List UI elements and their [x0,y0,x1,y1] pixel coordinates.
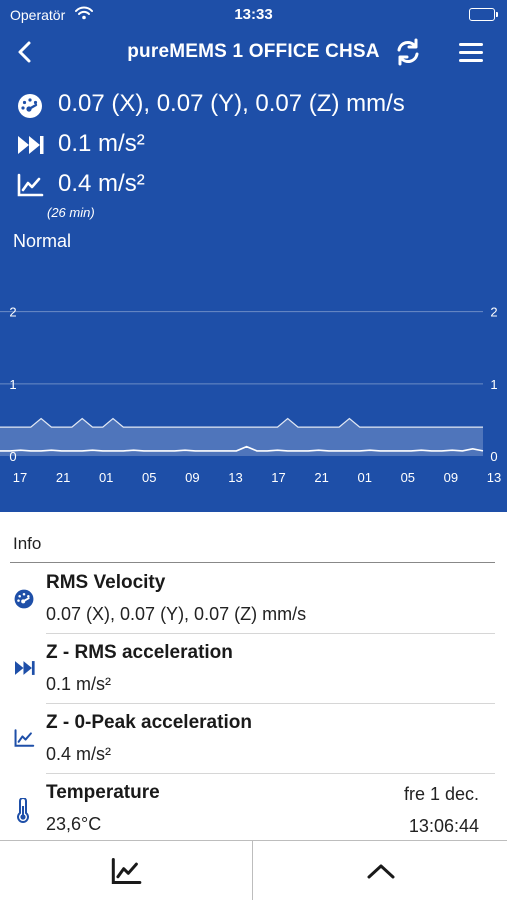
reading-time: 13:06:44 [408,816,479,836]
refresh-button[interactable] [392,36,424,68]
x-tick-label: 09 [185,470,199,485]
fast-forward-icon [15,661,35,675]
info-row-label: Temperature [46,782,160,803]
duration-label: (26 min) [47,205,95,220]
status-time: 13:33 [234,6,273,23]
x-tick-label: 13 [228,470,242,485]
info-row-value: 23,6°C [46,814,102,834]
summary-velocity: 0.07 (X), 0.07 (Y), 0.07 (Z) mm/s [16,88,496,124]
info-row-rms-velocity: RMS Velocity 0.07 (X), 0.07 (Y), 0.07 (Z… [0,564,507,634]
info-header: Info [13,534,42,553]
x-tick-label: 13 [487,470,501,485]
thermometer-icon [17,798,29,823]
x-tick-label: 17 [13,470,27,485]
x-tick-label: 05 [401,470,415,485]
status-bar: Operatör 13:33 [0,0,507,30]
chart-view-button[interactable] [0,841,253,900]
x-tick-label: 09 [444,470,458,485]
menu-button[interactable] [455,36,487,68]
state-label: Normal [13,231,72,251]
y-tick-label-right: 2 [490,305,497,320]
x-tick-label: 21 [314,470,328,485]
nav-bar: pureMEMS 1 OFFICE CHSA [0,30,507,76]
x-tick-label: 01 [357,470,371,485]
device-header-panel: Operatör 13:33 pureMEMS 1 OFFICE CHSA 0.… [0,0,507,512]
line-chart-icon [14,729,35,747]
series-line-peak [0,417,483,428]
y-tick-label-right: 0 [490,449,497,464]
x-tick-label: 01 [99,470,113,485]
refresh-icon [397,38,419,66]
info-row-temperature: Temperature 23,6°C fre 1 dec. 13:06:44 [0,774,507,844]
x-tick-label: 17 [271,470,285,485]
battery-icon [469,8,498,21]
summary-rms-acceleration-value: 0.1 m/s² [58,130,145,157]
y-tick-label-left: 2 [9,305,16,320]
bottom-toolbar [0,840,507,900]
hamburger-menu-icon [459,43,483,62]
summary-rms-acceleration: 0.1 m/s² [16,128,496,164]
fast-forward-icon [18,136,44,154]
info-row-label: Z - RMS acceleration [46,642,233,663]
x-tick-label: 21 [56,470,70,485]
expand-button[interactable] [254,841,507,900]
info-row-value: 0.07 (X), 0.07 (Y), 0.07 (Z) mm/s [46,604,307,624]
line-chart-icon [17,173,44,197]
info-row-label: RMS Velocity [46,572,166,593]
info-row-rms-acceleration: Z - RMS acceleration 0.1 m/s² [0,634,507,704]
chevron-up-icon [367,864,394,879]
y-tick-label-left: 1 [9,377,16,392]
line-chart-icon [111,857,142,885]
summary-velocity-value: 0.07 (X), 0.07 (Y), 0.07 (Z) mm/s [58,90,405,117]
info-panel: Info RMS Velocity 0.07 (X), 0.07 (Y), 0.… [0,512,507,840]
info-row-peak-acceleration: Z - 0-Peak acceleration 0.4 m/s² [0,704,507,774]
reading-date: fre 1 dec. [403,784,479,804]
info-header-divider [10,562,495,563]
y-tick-label-right: 1 [490,377,497,392]
x-tick-label: 05 [142,470,156,485]
info-row-label: Z - 0-Peak acceleration [46,712,252,733]
info-row-value: 0.1 m/s² [46,674,112,694]
summary-peak-acceleration-value: 0.4 m/s² [58,170,145,197]
trend-chart[interactable]: 0 01 12 217 21 01 05 09 13 17 21 01 05 09 13 [0,290,507,500]
page-title: pureMEMS 1 OFFICE CHSA [127,41,380,62]
info-row-value: 0.4 m/s² [46,744,112,764]
summary-peak-acceleration: 0.4 m/s² [16,168,496,204]
gauge-icon [14,589,34,609]
gauge-icon [18,94,42,118]
